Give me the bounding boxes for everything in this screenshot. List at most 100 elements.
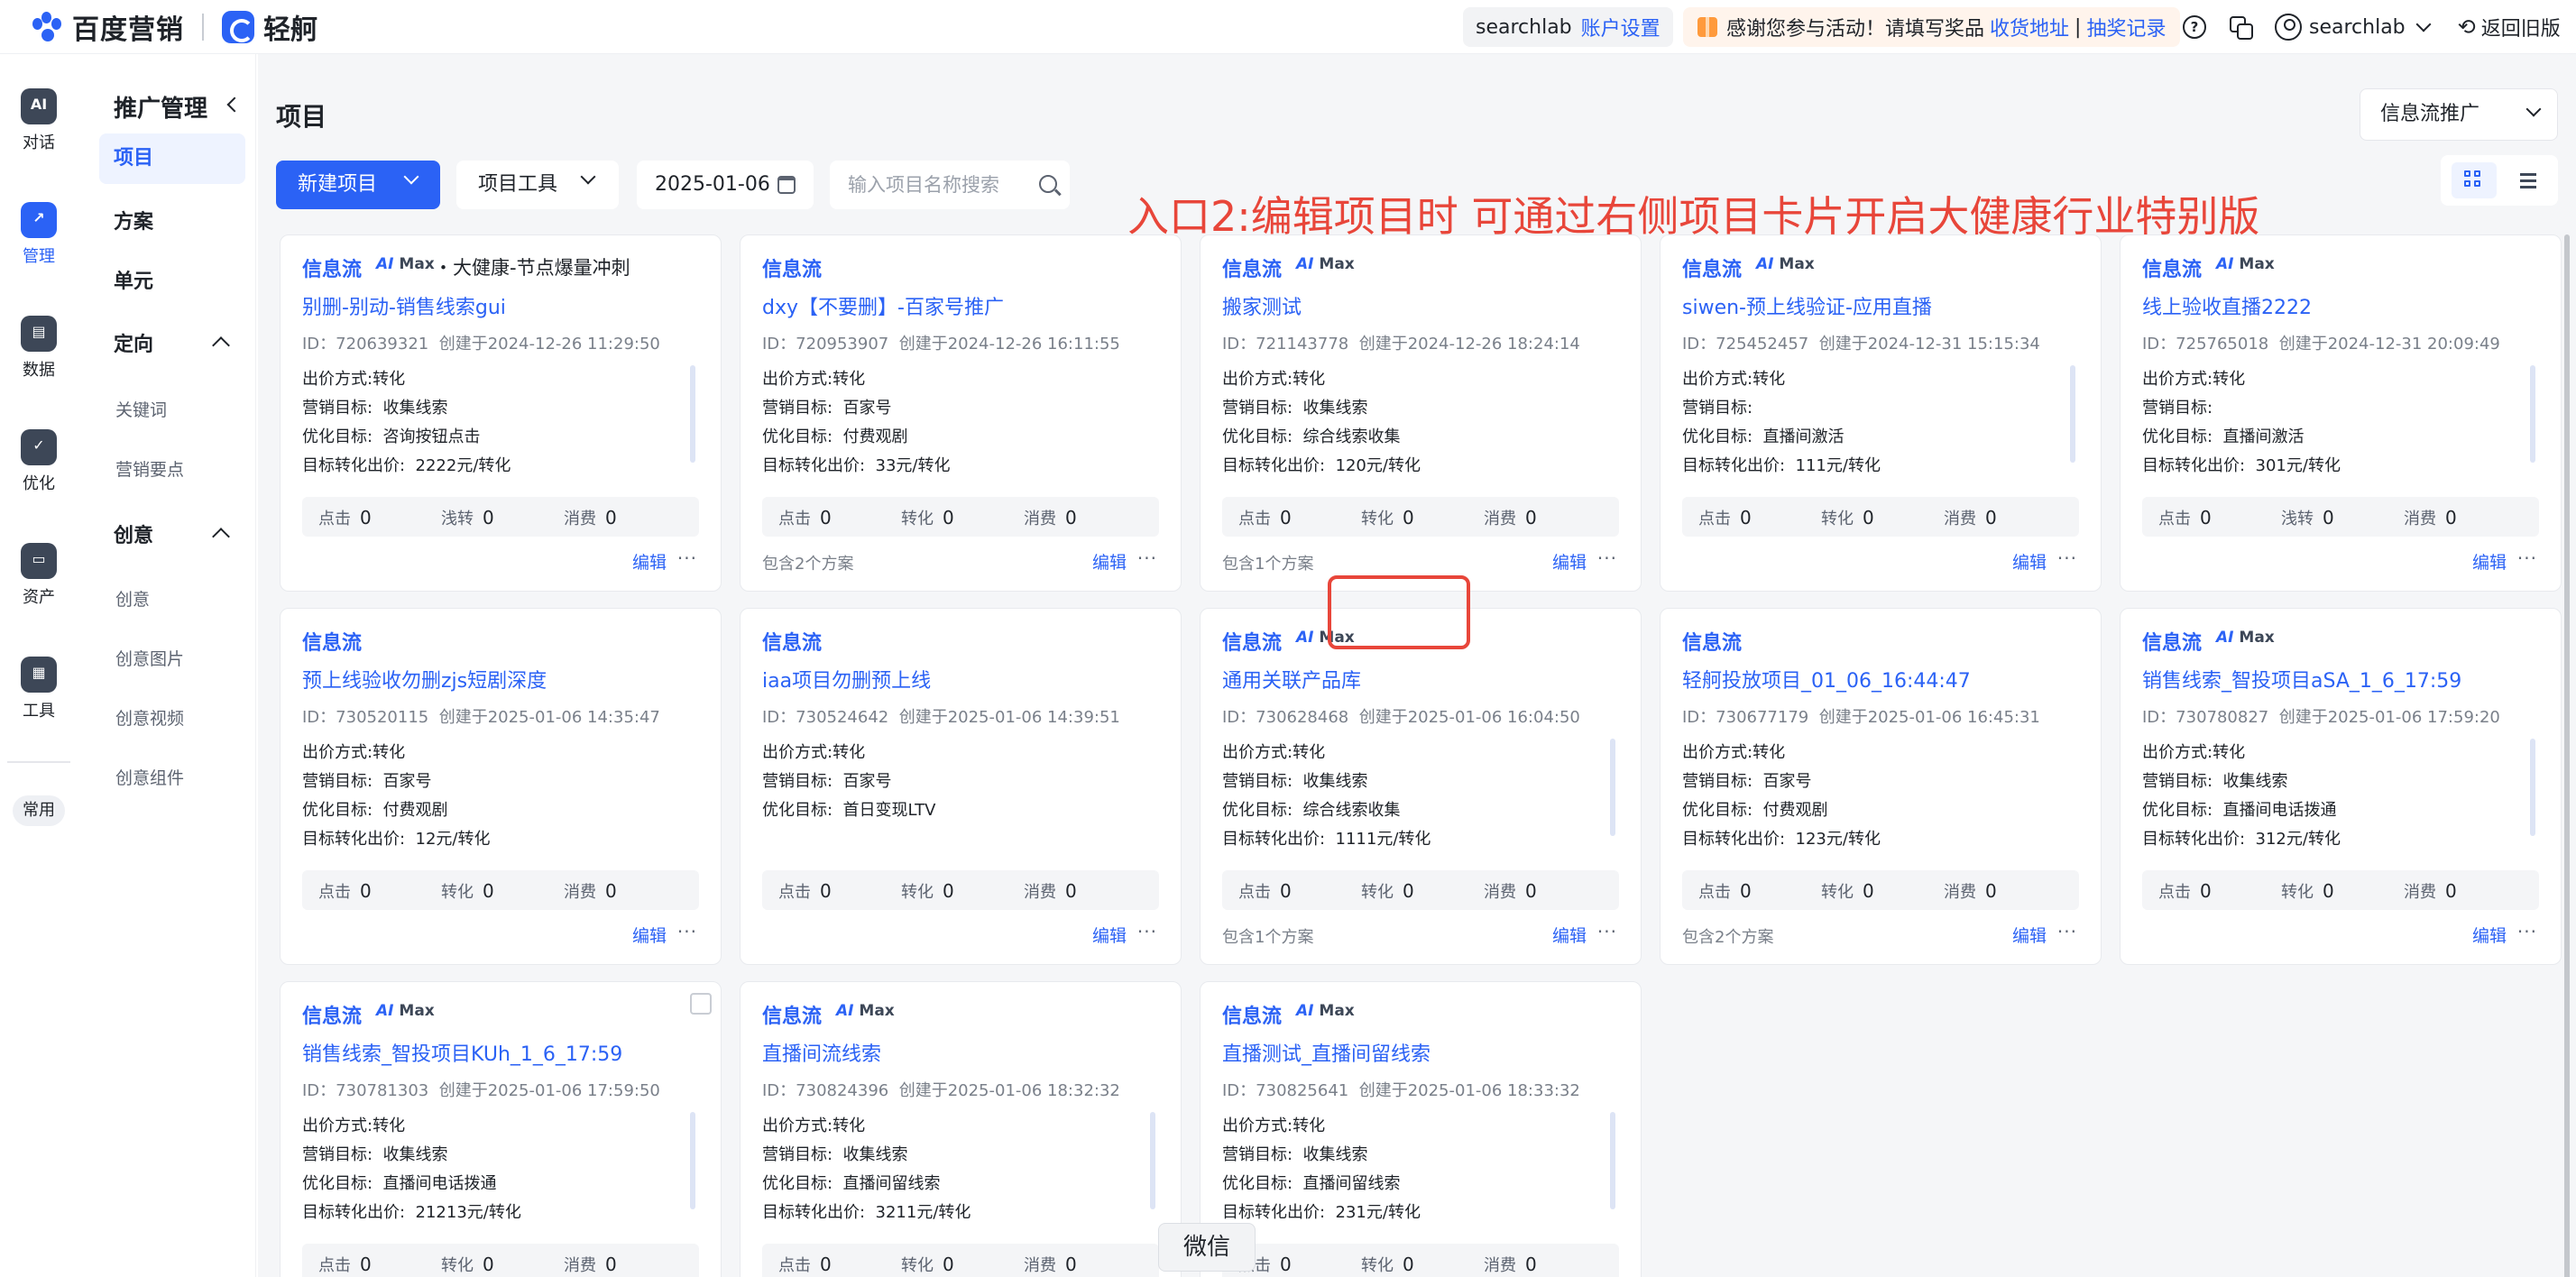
rail-item-manage[interactable]: ↗ 管理 xyxy=(0,202,78,267)
nav-sub-keywords[interactable]: 关键词 xyxy=(115,397,167,421)
rail-common-button[interactable]: 常用 xyxy=(13,795,65,826)
card-scrollbar[interactable] xyxy=(1150,1112,1155,1209)
card-scrollbar[interactable] xyxy=(2530,365,2535,463)
rail-item-assets[interactable]: ▭ 资产 xyxy=(0,543,78,608)
project-card[interactable]: 信息流 AI Max 直播间流线索 ID：730824396 创建于2025-01-0… xyxy=(740,981,1182,1277)
help-icon[interactable]: ? xyxy=(2183,15,2206,39)
project-name-link[interactable]: 直播测试_直播间留线索 xyxy=(1222,1038,1431,1067)
collapse-chevron-icon[interactable] xyxy=(226,96,243,113)
rail-item-chat[interactable]: AI 对话 xyxy=(0,88,78,153)
rail-item-optimize[interactable]: ✓ 优化 xyxy=(0,429,78,494)
list-view-icon[interactable] xyxy=(2507,162,2549,198)
project-name-link[interactable]: 搬家测试 xyxy=(1222,291,1302,320)
more-icon[interactable]: ··· xyxy=(1137,921,1157,942)
card-scrollbar[interactable] xyxy=(1610,739,1615,836)
rail-label: 数据 xyxy=(23,361,55,380)
project-card[interactable]: 信息流 轻舸投放项目_01_06_16:44:47 ID：730677179 创建于… xyxy=(1660,608,2102,965)
project-name-link[interactable]: 通用关联产品库 xyxy=(1222,665,1361,694)
more-icon[interactable]: ··· xyxy=(2057,547,2077,569)
project-tools-button[interactable]: 项目工具 xyxy=(456,161,619,209)
edit-button[interactable]: 编辑 xyxy=(1092,923,1127,947)
feed-tag: 信息流 xyxy=(2142,259,2203,281)
project-name-link[interactable]: 预上线验收勿删zjs短剧深度 xyxy=(302,665,547,694)
project-name-link[interactable]: iaa项目勿删预上线 xyxy=(762,665,931,694)
project-name-link[interactable]: 销售线索_智投项目aSA_1_6_17:59 xyxy=(2142,665,2461,694)
edit-button[interactable]: 编辑 xyxy=(1092,549,1127,574)
project-name-link[interactable]: 线上验收直播2222 xyxy=(2142,291,2312,320)
brand-logo[interactable]: 百度营销 轻舸 xyxy=(31,7,317,47)
nav-sub-creative-image[interactable]: 创意图片 xyxy=(115,646,184,670)
optimize-goal-row: 优化目标: 综合线索收集 xyxy=(1222,801,1401,820)
chevron-up-icon[interactable] xyxy=(212,336,230,354)
shipping-address-link[interactable]: 收货地址 xyxy=(1990,13,2069,41)
more-icon[interactable]: ··· xyxy=(1597,921,1617,942)
page-scrollbar[interactable] xyxy=(2564,234,2570,1277)
edit-button[interactable]: 编辑 xyxy=(2472,923,2507,947)
edit-button[interactable]: 编辑 xyxy=(2012,923,2047,947)
more-icon[interactable]: ··· xyxy=(677,547,697,569)
nav-item-creative[interactable]: 创意 xyxy=(114,519,153,548)
edit-button[interactable]: 编辑 xyxy=(1552,923,1587,947)
search-icon[interactable] xyxy=(1039,175,1057,193)
card-scrollbar[interactable] xyxy=(2070,365,2075,463)
project-name-link[interactable]: dxy【不要删】-百家号推广 xyxy=(762,291,1004,320)
project-name-link[interactable]: 直播间流线索 xyxy=(762,1038,881,1067)
project-name-link[interactable]: 别删-别动-销售线索gui xyxy=(302,291,506,320)
project-card[interactable]: 信息流 AI Max 销售线索_智投项目KUh_1_6_17:59 ID：730781… xyxy=(280,981,722,1277)
nav-item-targeting[interactable]: 定向 xyxy=(114,328,153,357)
user-menu[interactable]: searchlab xyxy=(2275,14,2434,41)
chevron-up-icon[interactable] xyxy=(212,528,230,546)
new-project-button[interactable]: 新建项目 xyxy=(276,161,440,209)
stat-clicks: 点击0 xyxy=(1238,507,1292,528)
back-to-old-button[interactable]: ⟲ 返回旧版 xyxy=(2458,13,2561,41)
more-icon[interactable]: ··· xyxy=(2517,547,2537,569)
date-picker[interactable]: 2025-01-06 xyxy=(637,161,814,209)
edit-button[interactable]: 编辑 xyxy=(1552,549,1587,574)
project-card[interactable]: 信息流 AI Max siwen-预上线验证-应用直播 ID：725452457 创建… xyxy=(1660,234,2102,592)
project-card[interactable]: 信息流 AI Max ・大健康-节点爆量冲刺 别删-别动-销售线索gui ID：7206… xyxy=(280,234,722,592)
icon-rail: AI 对话 ↗ 管理 ▤ 数据 ✓ 优化 ▭ 资产 ▦ 工具 常用 xyxy=(0,54,78,1277)
card-scrollbar[interactable] xyxy=(2530,739,2535,836)
nav-sub-creative-video[interactable]: 创意视频 xyxy=(115,705,184,730)
edit-button[interactable]: 编辑 xyxy=(632,923,667,947)
account-settings-link[interactable]: 账户设置 xyxy=(1581,13,1661,41)
card-scrollbar[interactable] xyxy=(1610,1112,1615,1209)
card-checkbox[interactable] xyxy=(690,993,712,1015)
nav-sub-selling-points[interactable]: 营销要点 xyxy=(115,456,184,481)
nav-sub-creative[interactable]: 创意 xyxy=(115,586,150,611)
nav-item-plan[interactable]: 方案 xyxy=(114,206,153,234)
project-card[interactable]: 信息流 AI Max 直播测试_直播间留线索 ID：730825641 创建于2025… xyxy=(1200,981,1642,1277)
grid-view-icon[interactable] xyxy=(2452,162,2497,198)
more-icon[interactable]: ··· xyxy=(1137,547,1157,569)
nav-item-unit[interactable]: 单元 xyxy=(114,265,153,294)
stat-clicks: 点击0 xyxy=(778,880,832,902)
project-card[interactable]: 信息流 iaa项目勿删预上线 ID：730524642 创建于2025-01-06 … xyxy=(740,608,1182,965)
project-card[interactable]: 信息流 dxy【不要删】-百家号推广 ID：720953907 创建于2024-12… xyxy=(740,234,1182,592)
edit-button[interactable]: 编辑 xyxy=(2012,549,2047,574)
promotion-type-select[interactable]: 信息流推广 xyxy=(2360,88,2558,141)
more-icon[interactable]: ··· xyxy=(677,921,697,942)
project-name-link[interactable]: siwen-预上线验证-应用直播 xyxy=(1682,291,1932,320)
edit-button[interactable]: 编辑 xyxy=(632,549,667,574)
rail-item-tools[interactable]: ▦ 工具 xyxy=(0,657,78,721)
copy-icon[interactable] xyxy=(2230,16,2253,40)
project-card[interactable]: 信息流 AI Max 搬家测试 ID：721143778 创建于2024-12-26 … xyxy=(1200,234,1642,592)
project-card[interactable]: 信息流 预上线验收勿删zjs短剧深度 ID：730520115 创建于2025-01… xyxy=(280,608,722,965)
project-card[interactable]: 信息流 AI Max 销售线索_智投项目aSA_1_6_17:59 ID：730780… xyxy=(2120,608,2562,965)
more-icon[interactable]: ··· xyxy=(2517,921,2537,942)
card-scrollbar[interactable] xyxy=(690,365,695,463)
nav-sub-creative-component[interactable]: 创意组件 xyxy=(115,765,184,789)
project-card[interactable]: 信息流 AI Max 通用关联产品库 ID：730628468 创建于2025-01-… xyxy=(1200,608,1642,965)
nav-item-project[interactable]: 项目 xyxy=(99,133,245,184)
more-icon[interactable]: ··· xyxy=(2057,921,2077,942)
lottery-record-link[interactable]: 抽奖记录 xyxy=(2086,13,2166,41)
project-name-link[interactable]: 销售线索_智投项目KUh_1_6_17:59 xyxy=(302,1038,622,1067)
card-scrollbar[interactable] xyxy=(690,1112,695,1209)
project-name-link[interactable]: 轻舸投放项目_01_06_16:44:47 xyxy=(1682,665,1971,694)
more-icon[interactable]: ··· xyxy=(1597,547,1617,569)
project-card[interactable]: 信息流 AI Max 线上验收直播2222 ID：725765018 创建于2024-… xyxy=(2120,234,2562,592)
ai-max-ai: AI xyxy=(376,255,394,273)
rail-item-data[interactable]: ▤ 数据 xyxy=(0,316,78,381)
project-search-input[interactable] xyxy=(830,161,1070,209)
edit-button[interactable]: 编辑 xyxy=(2472,549,2507,574)
